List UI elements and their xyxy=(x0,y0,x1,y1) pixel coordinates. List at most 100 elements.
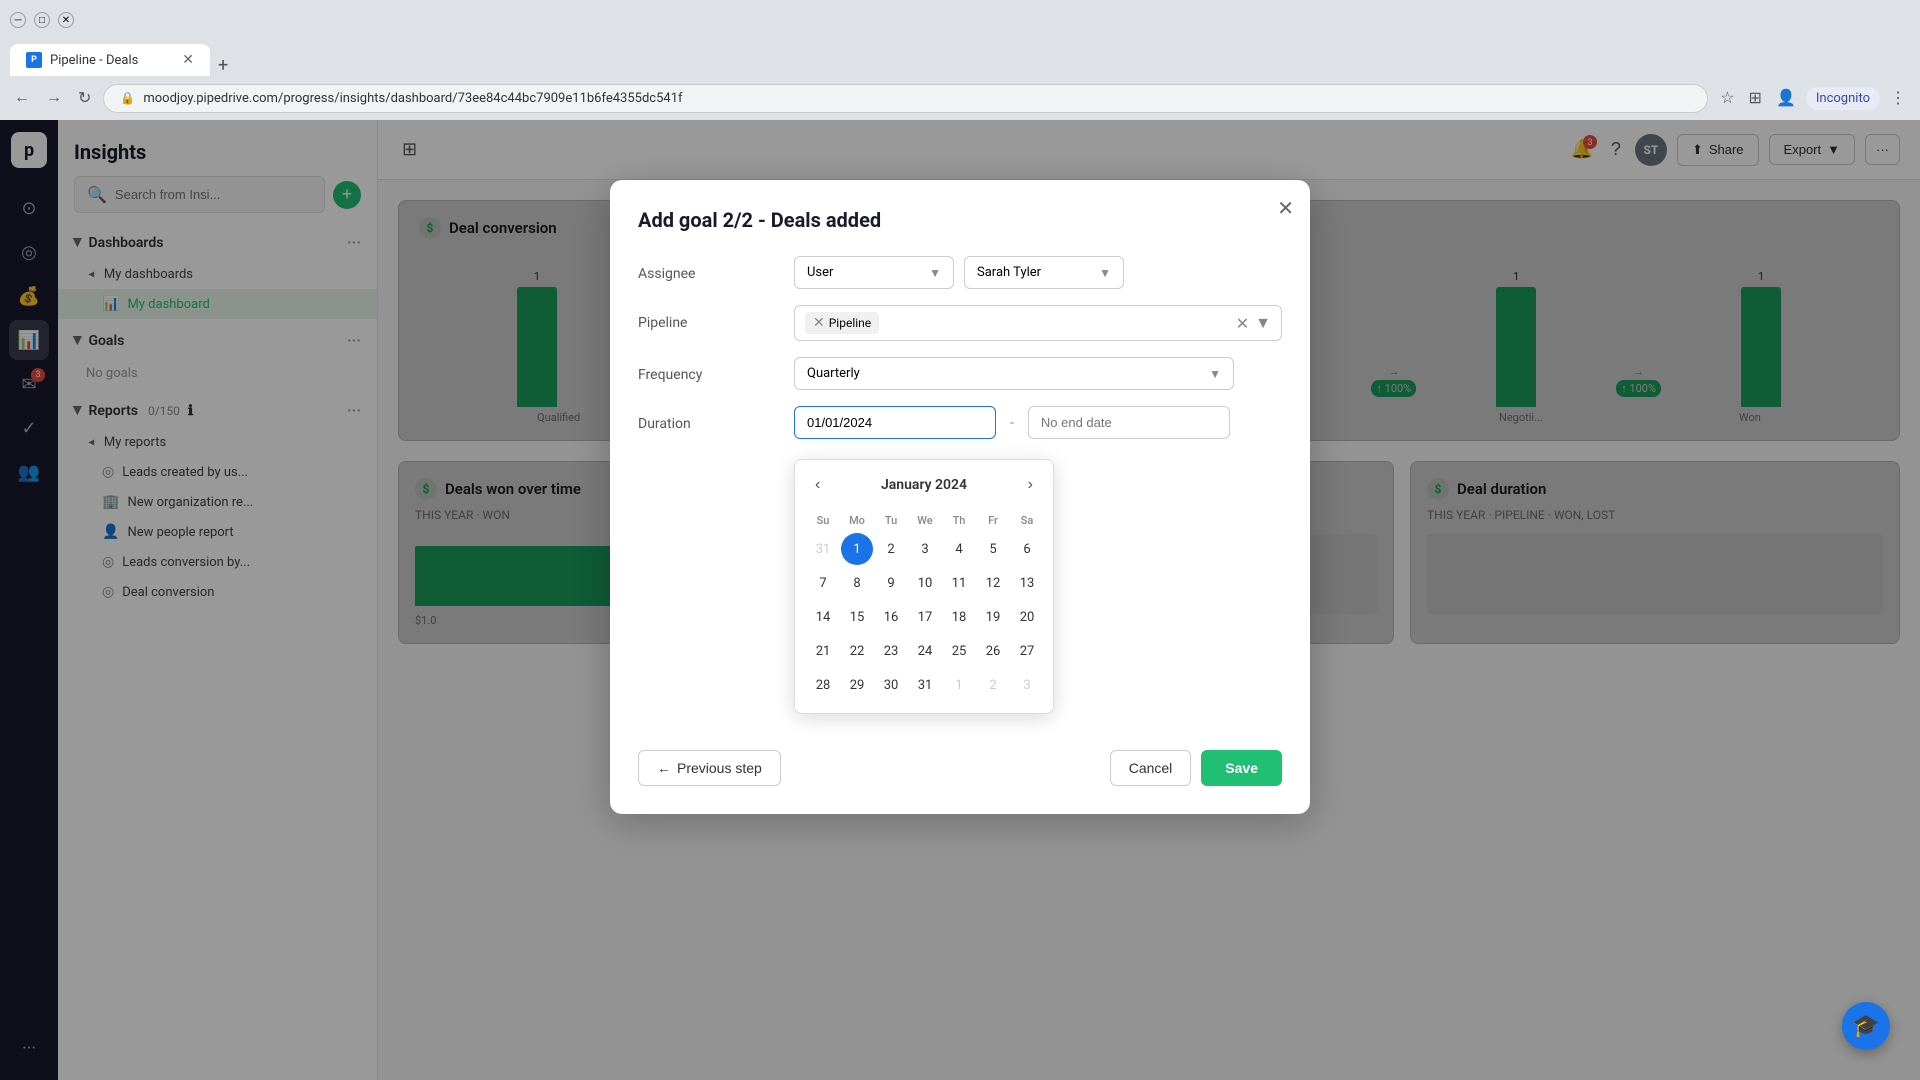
tab-title: Pipeline - Deals xyxy=(50,53,138,68)
profile-button[interactable]: 👤 xyxy=(1772,84,1800,112)
browser-chrome: ─ □ ✕ P Pipeline - Deals ✕ + ← → ↻ 🔒 moo… xyxy=(0,0,1920,120)
pipeline-tag: ✕ Pipeline xyxy=(805,312,879,334)
frequency-chevron-icon: ▼ xyxy=(1209,367,1221,381)
cal-day-3[interactable]: 3 xyxy=(909,533,941,565)
prev-step-label: Previous step xyxy=(677,760,762,776)
duration-end-input[interactable] xyxy=(1028,406,1230,439)
day-header-we: We xyxy=(909,510,941,531)
cal-day-9[interactable]: 9 xyxy=(875,567,907,599)
new-tab-button[interactable]: + xyxy=(210,55,236,76)
cal-day-15[interactable]: 15 xyxy=(841,601,873,633)
cal-day-8[interactable]: 8 xyxy=(841,567,873,599)
day-header-mo: Mo xyxy=(841,510,873,531)
calendar-title: January 2024 xyxy=(881,477,967,493)
cal-day-11[interactable]: 11 xyxy=(943,567,975,599)
cal-day-22[interactable]: 22 xyxy=(841,635,873,667)
cancel-button[interactable]: Cancel xyxy=(1110,750,1192,786)
tab-close-button[interactable]: ✕ xyxy=(182,52,194,68)
assignee-type-value: User xyxy=(807,265,833,280)
pipeline-clear-icon[interactable]: ✕ xyxy=(1236,314,1249,333)
cal-day-10[interactable]: 10 xyxy=(909,567,941,599)
cal-day-4[interactable]: 4 xyxy=(943,533,975,565)
cal-day-24[interactable]: 24 xyxy=(909,635,941,667)
cal-day-26[interactable]: 26 xyxy=(977,635,1009,667)
date-separator: - xyxy=(1006,415,1018,431)
back-button[interactable]: ← xyxy=(10,85,34,111)
cal-day-18[interactable]: 18 xyxy=(943,601,975,633)
browser-toolbar-right: ☆ ⊞ 👤 Incognito ⋮ xyxy=(1716,84,1910,112)
cal-day-12[interactable]: 12 xyxy=(977,567,1009,599)
cal-day-1-next[interactable]: 1 xyxy=(943,669,975,701)
pipeline-controls: ✕ Pipeline ✕ ▼ xyxy=(794,305,1282,341)
cal-day-2[interactable]: 2 xyxy=(875,533,907,565)
duration-label: Duration xyxy=(638,406,778,432)
cal-day-16[interactable]: 16 xyxy=(875,601,907,633)
incognito-label: Incognito xyxy=(1806,87,1880,110)
modal-overlay: Add goal 2/2 - Deals added ✕ Assignee Us… xyxy=(0,120,1920,1080)
cal-day-2-next[interactable]: 2 xyxy=(977,669,1009,701)
browser-titlebar: ─ □ ✕ xyxy=(0,0,1920,40)
cal-day-29[interactable]: 29 xyxy=(841,669,873,701)
calendar-header: ‹ January 2024 › xyxy=(807,472,1041,498)
active-tab[interactable]: P Pipeline - Deals ✕ xyxy=(10,44,210,76)
lock-icon: 🔒 xyxy=(120,91,135,105)
day-header-fr: Fr xyxy=(977,510,1009,531)
assignee-type-select[interactable]: User ▼ xyxy=(794,256,954,289)
forward-button[interactable]: → xyxy=(42,85,66,111)
address-bar-container: ← → ↻ 🔒 moodjoy.pipedrive.com/progress/i… xyxy=(0,76,1920,120)
day-header-th: Th xyxy=(943,510,975,531)
close-button[interactable]: ✕ xyxy=(58,12,74,28)
pipeline-dropdown-icon[interactable]: ▼ xyxy=(1255,313,1271,333)
cal-day-6[interactable]: 6 xyxy=(1011,533,1043,565)
cal-day-21[interactable]: 21 xyxy=(807,635,839,667)
cal-day-31-prev[interactable]: 31 xyxy=(807,533,839,565)
calendar-prev-button[interactable]: ‹ xyxy=(807,472,828,498)
assignee-type-chevron-icon: ▼ xyxy=(929,266,941,280)
assignee-value-select[interactable]: Sarah Tyler ▼ xyxy=(964,256,1124,289)
cal-day-28[interactable]: 28 xyxy=(807,669,839,701)
minimize-button[interactable]: ─ xyxy=(10,12,26,28)
browser-tabs: P Pipeline - Deals ✕ + xyxy=(0,40,1920,76)
help-bubble-button[interactable]: 🎓 xyxy=(1842,1002,1890,1050)
assignee-value-chevron-icon: ▼ xyxy=(1099,266,1111,280)
cal-day-27[interactable]: 27 xyxy=(1011,635,1043,667)
assignee-value-text: Sarah Tyler xyxy=(977,265,1041,280)
footer-right-buttons: Cancel Save xyxy=(1110,750,1282,786)
bookmarks-star-button[interactable]: ☆ xyxy=(1716,84,1738,112)
window-controls[interactable]: ─ □ ✕ xyxy=(10,12,74,28)
cal-day-13[interactable]: 13 xyxy=(1011,567,1043,599)
modal-close-button[interactable]: ✕ xyxy=(1277,196,1294,221)
address-bar[interactable]: 🔒 moodjoy.pipedrive.com/progress/insight… xyxy=(103,84,1708,113)
frequency-controls: Quarterly ▼ xyxy=(794,357,1282,390)
pipeline-tag-remove-icon[interactable]: ✕ xyxy=(813,315,825,331)
pipeline-row: Pipeline ✕ Pipeline ✕ ▼ xyxy=(638,305,1282,341)
frequency-select[interactable]: Quarterly ▼ xyxy=(794,357,1234,390)
cal-day-7[interactable]: 7 xyxy=(807,567,839,599)
cal-day-19[interactable]: 19 xyxy=(977,601,1009,633)
menu-button[interactable]: ⋮ xyxy=(1886,84,1910,112)
assignee-controls: User ▼ Sarah Tyler ▼ xyxy=(794,256,1282,289)
cal-day-5[interactable]: 5 xyxy=(977,533,1009,565)
cal-day-25[interactable]: 25 xyxy=(943,635,975,667)
cal-day-1[interactable]: 1 xyxy=(841,533,873,565)
cal-day-17[interactable]: 17 xyxy=(909,601,941,633)
tab-favicon: P xyxy=(26,52,42,68)
frequency-value: Quarterly xyxy=(807,366,860,381)
duration-start-input[interactable] xyxy=(794,406,996,439)
pipeline-tag-field[interactable]: ✕ Pipeline ✕ ▼ xyxy=(794,305,1282,341)
pipeline-label: Pipeline xyxy=(638,305,778,331)
maximize-button[interactable]: □ xyxy=(34,12,50,28)
calendar-next-button[interactable]: › xyxy=(1020,472,1041,498)
save-button[interactable]: Save xyxy=(1201,750,1282,786)
duration-row: Duration - xyxy=(638,406,1282,439)
reload-button[interactable]: ↻ xyxy=(74,84,95,112)
cal-day-23[interactable]: 23 xyxy=(875,635,907,667)
cal-day-31[interactable]: 31 xyxy=(909,669,941,701)
cal-day-3-next[interactable]: 3 xyxy=(1011,669,1043,701)
prev-step-button[interactable]: ← Previous step xyxy=(638,750,781,786)
cal-day-20[interactable]: 20 xyxy=(1011,601,1043,633)
cal-day-14[interactable]: 14 xyxy=(807,601,839,633)
split-view-button[interactable]: ⊞ xyxy=(1745,84,1766,112)
cal-day-30[interactable]: 30 xyxy=(875,669,907,701)
prev-step-arrow-icon: ← xyxy=(657,760,671,776)
